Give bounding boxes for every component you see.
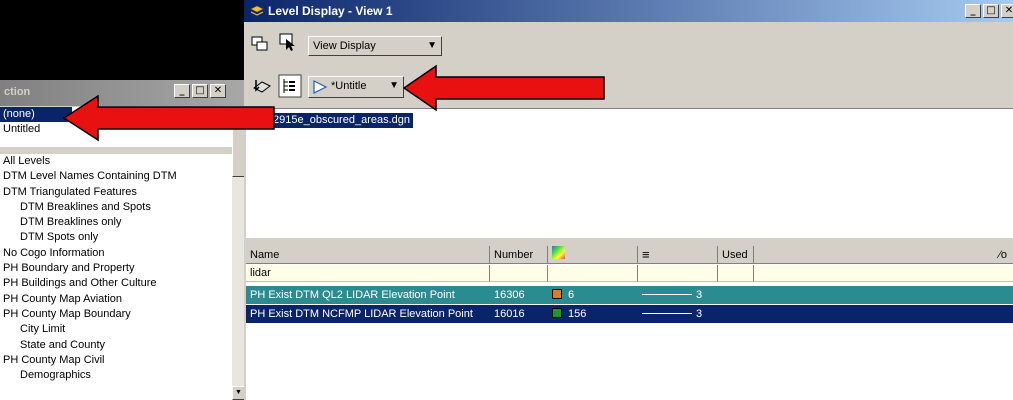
view-display-dropdown[interactable]: View Display ▼	[308, 36, 442, 56]
col-number[interactable]: Number	[490, 246, 548, 264]
level-name: PH Exist DTM NCFMP LIDAR Elevation Point	[250, 308, 473, 320]
level-color: 6	[548, 286, 574, 304]
col-extra[interactable]: ⁄o	[754, 246, 1013, 264]
list-item[interactable]: Demographics	[0, 368, 232, 383]
number-filter-input[interactable]	[490, 265, 548, 282]
color-swatch-icon	[552, 289, 562, 299]
level-display-window: Level Display - View 1 _ □ ✕ View Displa…	[244, 0, 1013, 400]
filter-dropdown[interactable]: *Untitle ▼	[308, 76, 404, 98]
color-header-icon	[552, 246, 565, 259]
list-item[interactable]: DTM Spots only	[0, 230, 232, 245]
line-style-icon	[642, 294, 692, 295]
list-item[interactable]: DTM Triangulated Features	[0, 185, 232, 200]
toolbar-view: View Display ▼	[244, 24, 1013, 60]
window-title: Level Display - View 1	[268, 4, 393, 18]
list-item[interactable]: PH Boundary and Property	[0, 261, 232, 276]
used-filter-input[interactable]	[718, 265, 754, 282]
level-name: PH Exist DTM QL2 LIDAR Elevation Point	[250, 289, 455, 301]
file-list: 2915e_obscured_areas.dgn	[246, 108, 1013, 238]
col-used[interactable]: Used	[718, 246, 754, 264]
list-item[interactable]: PH County Map Aviation	[0, 292, 232, 307]
col-color[interactable]	[548, 246, 638, 264]
list-item[interactable]: PH County Map Boundary	[0, 307, 232, 322]
list-item[interactable]: DTM Breaklines and Spots	[0, 200, 232, 215]
list-item[interactable]: DTM Breaklines only	[0, 215, 232, 230]
column-settings-icon[interactable]: ⁄o	[999, 246, 1007, 264]
extra-filter-input[interactable]	[754, 265, 1013, 282]
list-item[interactable]: All Levels	[0, 154, 232, 169]
color-index: 156	[568, 308, 587, 320]
color-filter-input[interactable]	[548, 265, 638, 282]
maximize-button[interactable]: □	[983, 4, 999, 18]
list-item[interactable]: PH Buildings and Other Culture	[0, 276, 232, 291]
level-number: 16306	[494, 289, 525, 301]
annotation-arrow-none	[62, 94, 275, 142]
name-filter-input[interactable]: lidar	[246, 265, 490, 282]
select-view-icon[interactable]	[278, 32, 298, 52]
panel-title: ction	[4, 86, 31, 98]
filter-list: All Levels DTM Level Names Containing DT…	[0, 154, 232, 400]
line-style-icon	[642, 313, 692, 314]
list-item[interactable]: No Cogo Information	[0, 246, 232, 261]
table-row[interactable]: PH Exist DTM QL2 LIDAR Elevation Point 1…	[246, 286, 1013, 304]
toolbar-filter: *Untitle ▼	[244, 66, 1013, 106]
file-item[interactable]: 2915e_obscured_areas.dgn	[270, 113, 414, 128]
tree-list-icon[interactable]	[278, 74, 302, 98]
list-item[interactable]: PH County Map Civil	[0, 353, 232, 368]
window-title-bar[interactable]: Level Display - View 1 _ □ ✕	[244, 0, 1013, 22]
style-filter-input[interactable]	[638, 265, 718, 282]
chevron-down-icon: ▼	[427, 40, 437, 51]
style-value: 3	[696, 308, 703, 320]
filter-label: *Untitle	[331, 80, 367, 92]
filter-row: lidar	[246, 265, 1013, 282]
close-button[interactable]: ✕	[1001, 4, 1013, 18]
table-row[interactable]: PH Exist DTM NCFMP LIDAR Elevation Point…	[246, 305, 1013, 323]
line-style-header-icon: ≡	[642, 247, 650, 262]
chevron-down-icon: ▼	[389, 80, 399, 91]
level-style: 3	[638, 286, 702, 304]
list-item[interactable]: State and County	[0, 338, 232, 353]
list-item[interactable]: DTM Level Names Containing DTM	[0, 169, 232, 184]
list-item[interactable]: City Limit	[0, 322, 232, 337]
color-swatch-icon	[552, 308, 562, 318]
view-display-label: View Display	[313, 40, 376, 52]
windows-icon[interactable]	[250, 34, 270, 54]
annotation-arrow-filter	[402, 64, 605, 112]
minimize-button[interactable]: _	[965, 4, 981, 18]
filter-icon	[313, 80, 328, 94]
col-name[interactable]: Name	[246, 246, 490, 264]
table-header: Name Number ≡ Used ⁄o	[246, 246, 1013, 264]
level-style: 3	[638, 305, 702, 323]
levels-table: Name Number ≡ Used ⁄o lidar PH Exist DTM…	[246, 246, 1013, 400]
style-value: 3	[696, 289, 703, 301]
layers-icon	[250, 5, 264, 16]
level-number: 16016	[494, 308, 525, 320]
color-index: 6	[568, 289, 575, 301]
level-color: 156	[548, 305, 586, 323]
col-style[interactable]: ≡	[638, 246, 718, 264]
